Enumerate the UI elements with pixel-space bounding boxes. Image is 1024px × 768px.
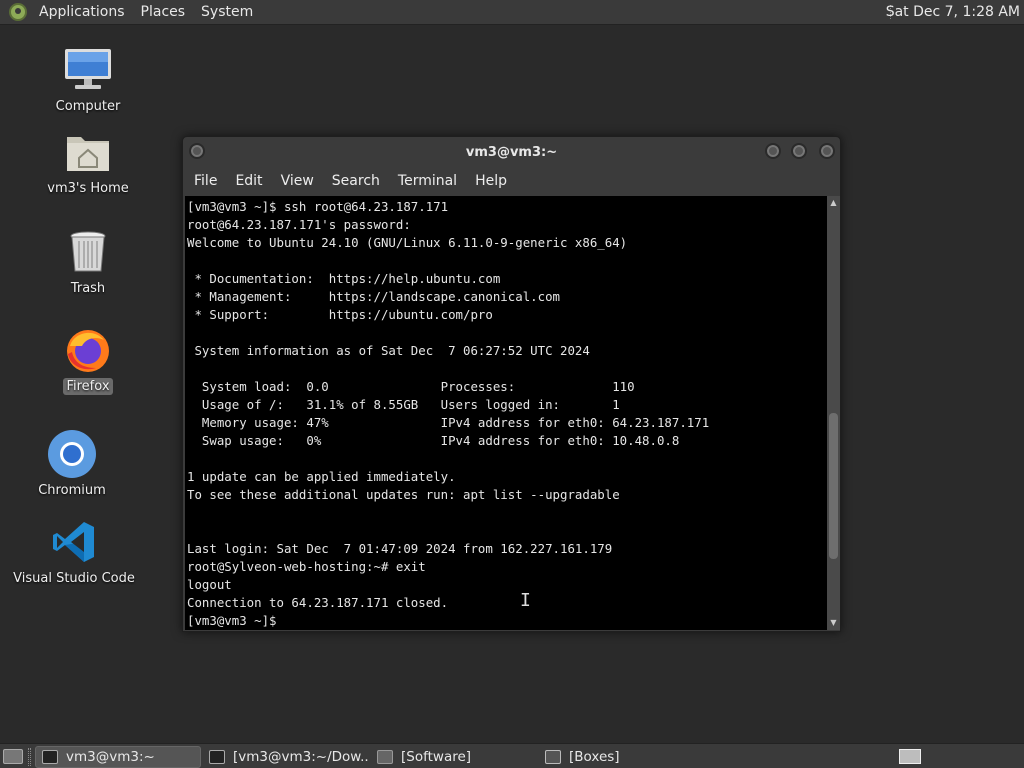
terminal-line: * Documentation: https://help.ubuntu.com (187, 271, 501, 286)
menu-terminal[interactable]: Terminal (389, 173, 466, 189)
panel-separator (28, 748, 31, 766)
terminal-line: Swap usage: 0% IPv4 address for eth0: 10… (187, 433, 680, 448)
desktop-icon-label: vm3's Home (47, 181, 129, 196)
terminal-line: [vm3@vm3 ~]$ (187, 613, 277, 628)
firefox-icon (63, 326, 113, 374)
scroll-up-arrow-icon[interactable]: ▲ (827, 196, 840, 210)
terminal-line: System information as of Sat Dec 7 06:27… (187, 343, 590, 358)
menu-edit[interactable]: Edit (226, 173, 271, 189)
clock[interactable]: Sat Dec 7, 1:28 AM (886, 4, 1020, 20)
desktop-icon-chromium[interactable]: Chromium (12, 430, 132, 499)
desktop-icon-label: Trash (70, 281, 106, 296)
terminal-line: root@64.23.187.171's password: (187, 217, 411, 232)
close-button[interactable] (819, 143, 835, 159)
show-desktop-button[interactable] (3, 749, 23, 764)
taskbar-item-terminal-downloads[interactable]: [vm3@vm3:~/Dow... (203, 746, 369, 768)
terminal-icon (209, 750, 225, 764)
menu-system[interactable]: System (197, 4, 257, 20)
boxes-icon (545, 750, 561, 764)
workspace-switcher[interactable] (899, 749, 921, 764)
taskbar-item-boxes[interactable]: [Boxes] (539, 746, 705, 768)
terminal-window[interactable]: vm3@vm3:~ File Edit View Search Terminal… (182, 136, 841, 632)
taskbar-item-label: [Software] (401, 749, 472, 765)
home-folder-icon (63, 128, 113, 176)
terminal-line: To see these additional updates run: apt… (187, 487, 620, 502)
desktop-icon-label: Firefox (63, 378, 113, 395)
desktop-icon-vscode[interactable]: Visual Studio Code (13, 518, 135, 587)
taskbar-item-label: [Boxes] (569, 749, 620, 765)
software-icon (377, 750, 393, 764)
terminal-line: 1 update can be applied immediately. (187, 469, 456, 484)
terminal-line: Welcome to Ubuntu 24.10 (GNU/Linux 6.11.… (187, 235, 628, 250)
terminal-line: [vm3@vm3 ~]$ ssh root@64.23.187.171 (187, 199, 449, 214)
terminal-menubar: File Edit View Search Terminal Help (183, 167, 840, 195)
desktop-icon-firefox[interactable]: Firefox (28, 326, 148, 395)
menu-search[interactable]: Search (323, 173, 389, 189)
terminal-line: * Management: https://landscape.canonica… (187, 289, 560, 304)
distro-logo-icon[interactable] (9, 3, 27, 21)
scroll-down-arrow-icon[interactable]: ▼ (827, 616, 840, 630)
terminal-line: logout (187, 577, 232, 592)
menu-applications[interactable]: Applications (35, 4, 129, 20)
window-titlebar[interactable]: vm3@vm3:~ (183, 137, 840, 167)
terminal-line: Connection to 64.23.187.171 closed. (187, 595, 449, 610)
vscode-icon (49, 518, 99, 566)
menu-help[interactable]: Help (466, 173, 516, 189)
terminal-icon (42, 750, 58, 764)
terminal-line: System load: 0.0 Processes: 110 (187, 379, 635, 394)
chromium-icon (47, 430, 97, 478)
bottom-panel: vm3@vm3:~ [vm3@vm3:~/Dow... [Software] [… (0, 743, 1024, 768)
menu-file[interactable]: File (185, 173, 226, 189)
taskbar-item-label: vm3@vm3:~ (66, 749, 155, 765)
taskbar-item-software[interactable]: [Software] (371, 746, 537, 768)
desktop-icon-label: Chromium (38, 483, 106, 498)
taskbar-item-label: [vm3@vm3:~/Dow... (233, 749, 369, 765)
window-menu-button[interactable] (189, 143, 205, 159)
window-title: vm3@vm3:~ (465, 144, 558, 160)
scrollbar-thumb[interactable] (829, 413, 838, 559)
desktop-icon-computer[interactable]: Computer (28, 46, 148, 115)
taskbar-item-terminal[interactable]: vm3@vm3:~ (35, 746, 201, 768)
terminal-line: Last login: Sat Dec 7 01:47:09 2024 from… (187, 541, 613, 556)
terminal-line: root@Sylveon-web-hosting:~# exit (187, 559, 426, 574)
minimize-button[interactable] (765, 143, 781, 159)
top-panel: Applications Places System Sat Dec 7, 1:… (0, 0, 1024, 25)
desktop-icon-label: Computer (55, 99, 121, 114)
terminal-line: Memory usage: 47% IPv4 address for eth0:… (187, 415, 710, 430)
maximize-button[interactable] (791, 143, 807, 159)
desktop-icon-label: Visual Studio Code (13, 571, 135, 586)
trash-icon (63, 228, 113, 276)
desktop-icon-home[interactable]: vm3's Home (28, 128, 148, 197)
terminal-output[interactable]: [vm3@vm3 ~]$ ssh root@64.23.187.171 root@… (185, 196, 827, 630)
terminal-line: * Support: https://ubuntu.com/pro (187, 307, 493, 322)
menu-view[interactable]: View (272, 173, 323, 189)
computer-icon (63, 46, 113, 94)
text-cursor-icon: I (520, 590, 531, 611)
terminal-line: Usage of /: 31.1% of 8.55GB Users logged… (187, 397, 620, 412)
desktop-icon-trash[interactable]: Trash (28, 228, 148, 297)
menu-places[interactable]: Places (137, 4, 190, 20)
terminal-scrollbar[interactable]: ▲ ▼ (827, 196, 840, 630)
